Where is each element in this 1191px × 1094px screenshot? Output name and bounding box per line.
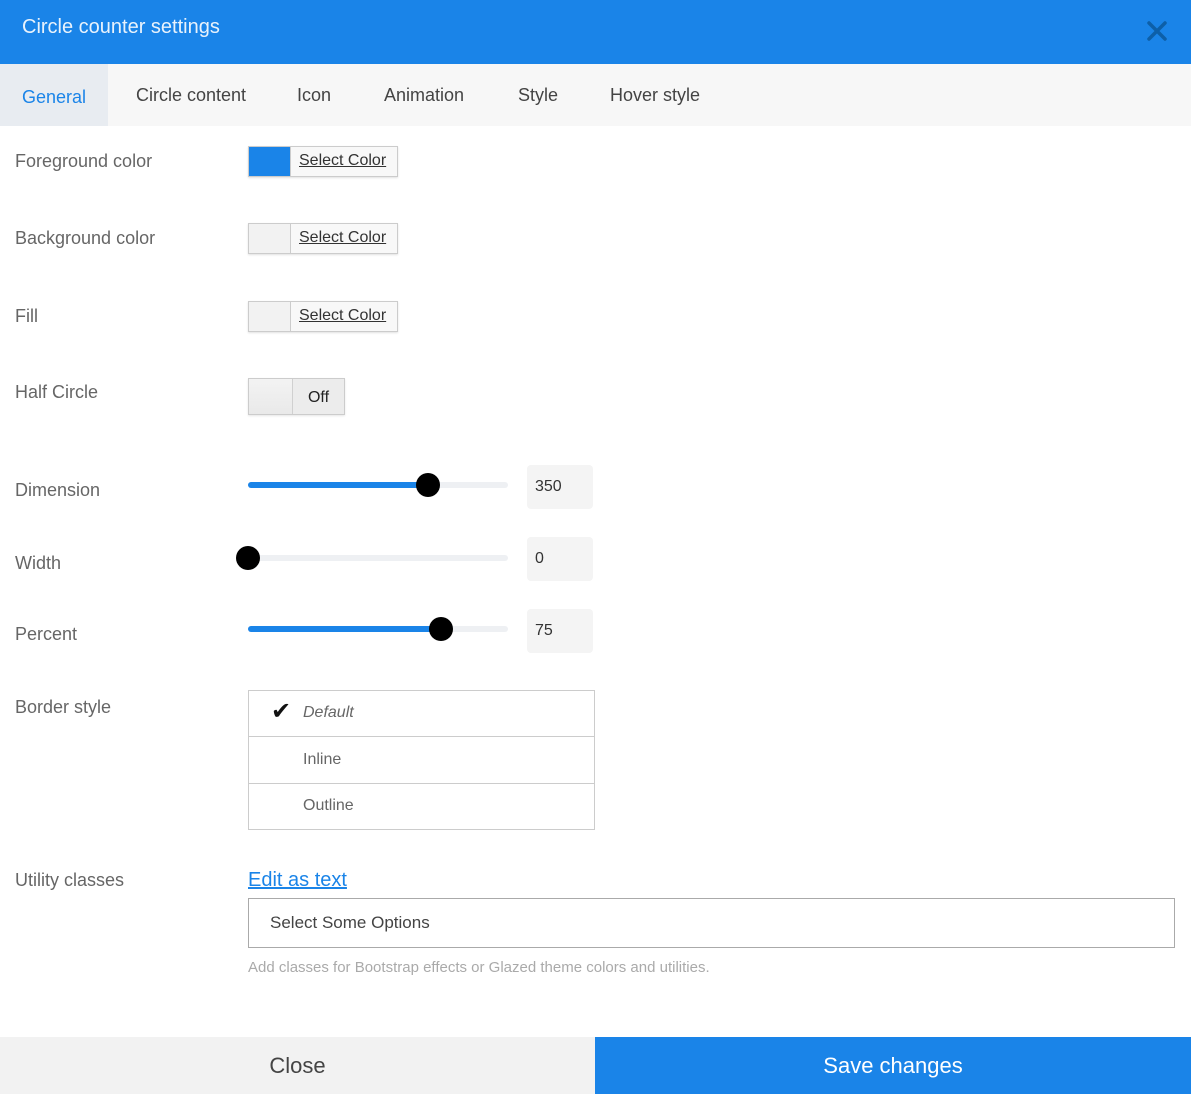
dimension-value-input[interactable]: 350 <box>527 465 593 509</box>
tab-animation[interactable]: Animation <box>384 64 464 126</box>
slider-thumb[interactable] <box>429 617 453 641</box>
border-style-list: ✔ Default Inline Outline <box>248 690 595 830</box>
foreground-color-label: Foreground color <box>15 151 153 171</box>
foreground-select-color-text: Select Color <box>299 152 387 169</box>
tab-icon[interactable]: Icon <box>297 64 331 126</box>
edit-as-text-link[interactable]: Edit as text <box>248 869 347 892</box>
utility-classes-help: Add classes for Bootstrap effects or Gla… <box>248 959 710 976</box>
toggle-state: Off <box>293 379 344 414</box>
width-value-input[interactable]: 0 <box>527 537 593 581</box>
background-select-color-text: Select Color <box>299 229 387 246</box>
background-color-label: Background color <box>15 228 156 248</box>
select-placeholder: Select Some Options <box>270 913 430 932</box>
dimension-label: Dimension <box>15 480 101 500</box>
width-slider[interactable] <box>236 545 508 571</box>
toggle-knob <box>249 379 293 414</box>
option-label: Outline <box>303 797 354 814</box>
fill-color-button[interactable]: Select Color <box>248 301 398 332</box>
option-label: Default <box>303 704 354 721</box>
tab-circle-content[interactable]: Circle content <box>136 64 246 126</box>
dimension-slider[interactable] <box>248 472 508 498</box>
dialog-header: Circle counter settings <box>0 0 1191 64</box>
border-style-option-outline[interactable]: Outline <box>249 784 594 830</box>
option-label: Inline <box>303 751 342 768</box>
tab-general[interactable]: General <box>0 64 109 126</box>
fill-color-swatch <box>249 302 291 331</box>
foreground-color-button[interactable]: Select Color <box>248 146 398 177</box>
tab-hover-style[interactable]: Hover style <box>610 64 700 126</box>
percent-slider[interactable] <box>248 616 508 642</box>
slider-thumb[interactable] <box>416 473 440 497</box>
percent-label: Percent <box>15 624 78 644</box>
utility-classes-label: Utility classes <box>15 870 125 890</box>
checkmark-icon: ✔ <box>271 697 292 725</box>
close-icon[interactable] <box>1145 14 1169 44</box>
slider-fill <box>248 482 428 488</box>
save-changes-button[interactable]: Save changes <box>595 1037 1191 1094</box>
foreground-color-swatch <box>249 147 291 176</box>
half-circle-toggle[interactable]: Off <box>248 378 345 415</box>
slider-track <box>248 555 508 561</box>
utility-classes-select[interactable]: Select Some Options <box>248 898 1175 948</box>
fill-label: Fill <box>15 306 38 326</box>
tab-style[interactable]: Style <box>518 64 558 126</box>
fill-select-color-text: Select Color <box>299 307 387 324</box>
border-style-label: Border style <box>15 697 112 717</box>
background-color-button[interactable]: Select Color <box>248 223 398 254</box>
dialog-title: Circle counter settings <box>22 16 220 38</box>
tab-bar: General Circle content Icon Animation St… <box>0 64 1191 126</box>
slider-fill <box>248 626 441 632</box>
width-label: Width <box>15 553 62 573</box>
border-style-option-default[interactable]: ✔ Default <box>249 691 594 737</box>
close-button[interactable]: Close <box>0 1037 595 1094</box>
background-color-swatch <box>249 224 291 253</box>
percent-value-input[interactable]: 75 <box>527 609 593 653</box>
half-circle-label: Half Circle <box>15 382 99 402</box>
slider-thumb[interactable] <box>236 546 260 570</box>
border-style-option-inline[interactable]: Inline <box>249 738 594 784</box>
